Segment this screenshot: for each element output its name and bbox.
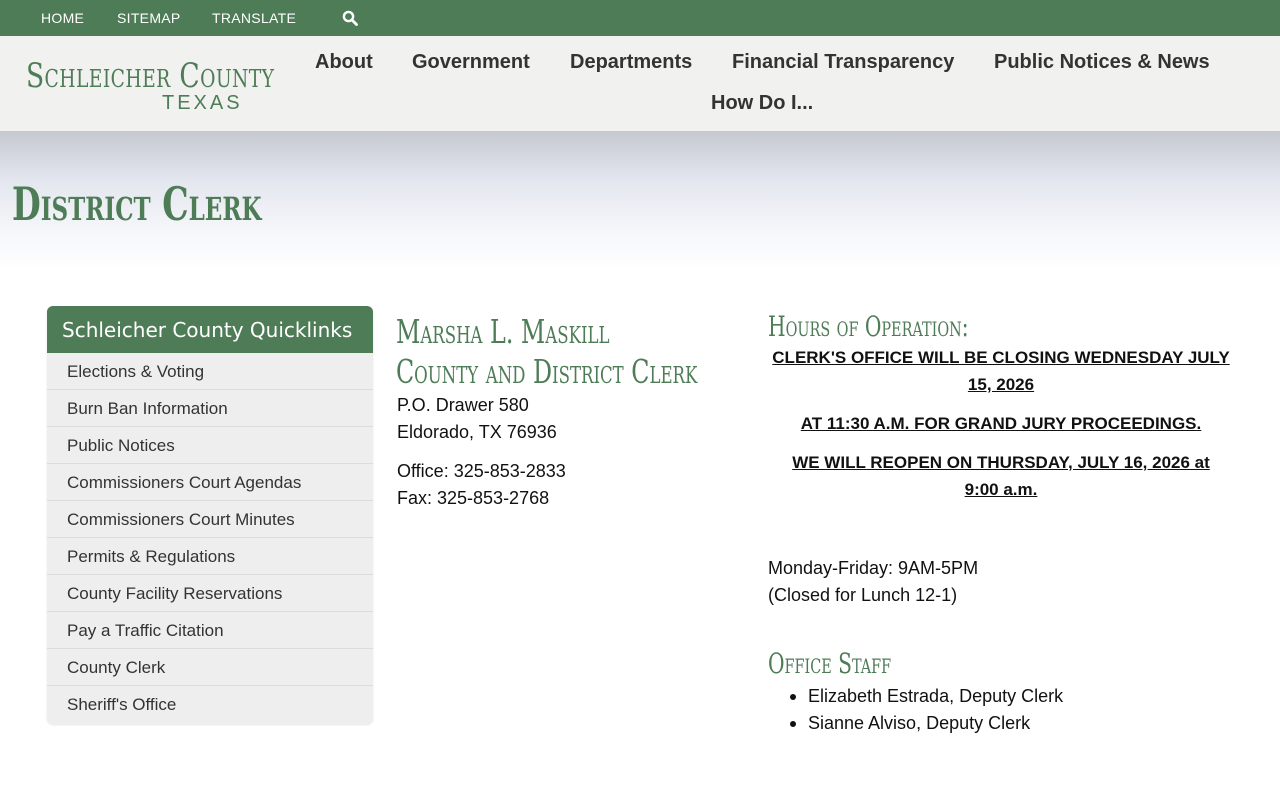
quicklink-burn-ban[interactable]: Burn Ban Information [47, 390, 373, 427]
nav-about[interactable]: About [315, 51, 373, 74]
site-header: Schleicher County TEXAS About Government… [0, 36, 1280, 131]
quicklink-sheriffs-office[interactable]: Sheriff's Office [47, 686, 373, 723]
clerk-name: Marsha L. Maskill [396, 312, 610, 351]
address-line-1: P.O. Drawer 580 [397, 395, 529, 415]
quicklinks-panel: Schleicher County Quicklinks Elections &… [47, 306, 373, 724]
translate-link[interactable]: TRANSLATE [212, 10, 296, 26]
top-utility-bar: HOME SITEMAP TRANSLATE [0, 0, 1280, 36]
staff-member: Sianne Alviso, Deputy Clerk [790, 710, 1063, 737]
office-phone: Office: 325-853-2833 [397, 461, 566, 481]
nav-departments[interactable]: Departments [570, 51, 692, 74]
closing-notice: CLERK'S OFFICE WILL BE CLOSING WEDNESDAY… [772, 348, 1230, 394]
staff-list: Elizabeth Estrada, Deputy Clerk Sianne A… [790, 683, 1063, 737]
quicklink-traffic-citation[interactable]: Pay a Traffic Citation [47, 612, 373, 649]
nav-financial-transparency[interactable]: Financial Transparency [732, 51, 954, 74]
nav-government[interactable]: Government [412, 51, 530, 74]
staff-member: Elizabeth Estrada, Deputy Clerk [790, 683, 1063, 710]
lunch-closure: (Closed for Lunch 12-1) [768, 585, 958, 605]
nav-how-do-i[interactable]: How Do I... [711, 92, 813, 115]
reopen-notice: WE WILL REOPEN ON THURSDAY, JULY 16, 202… [792, 453, 1210, 499]
quicklinks-title: Schleicher County Quicklinks [47, 306, 373, 353]
quicklink-public-notices[interactable]: Public Notices [47, 427, 373, 464]
hours-heading: Hours of Operation: [768, 310, 969, 343]
page-title: District Clerk [12, 177, 262, 231]
logo-title: Schleicher County [26, 56, 275, 96]
grand-jury-notice: AT 11:30 A.M. FOR GRAND JURY PROCEEDINGS… [800, 414, 1202, 433]
nav-public-notices-news[interactable]: Public Notices & News [994, 51, 1210, 74]
sitemap-link[interactable]: SITEMAP [117, 10, 181, 26]
quicklinks-list: Elections & Voting Burn Ban Information … [47, 353, 373, 723]
quicklink-facility-reservations[interactable]: County Facility Reservations [47, 575, 373, 612]
office-staff-heading: Office Staff [768, 647, 892, 680]
fax-number: Fax: 325-853-2768 [397, 488, 550, 508]
logo-subtitle: TEXAS [162, 92, 243, 114]
clerk-heading: Marsha L. Maskill County and District Cl… [396, 312, 697, 392]
quicklink-permits-regulations[interactable]: Permits & Regulations [47, 538, 373, 575]
home-link[interactable]: HOME [41, 10, 84, 26]
hours-schedule: Monday-Friday: 9AM-5PM [768, 558, 979, 578]
clerk-title: County and District Clerk [396, 352, 698, 391]
search-icon[interactable] [342, 10, 358, 26]
address-line-2: Eldorado, TX 76936 [397, 422, 557, 442]
quicklink-county-clerk[interactable]: County Clerk [47, 649, 373, 686]
page-banner: District Clerk [0, 131, 1280, 271]
quicklink-commissioners-agendas[interactable]: Commissioners Court Agendas [47, 464, 373, 501]
quicklink-elections-voting[interactable]: Elections & Voting [47, 353, 373, 390]
quicklink-commissioners-minutes[interactable]: Commissioners Court Minutes [47, 501, 373, 538]
